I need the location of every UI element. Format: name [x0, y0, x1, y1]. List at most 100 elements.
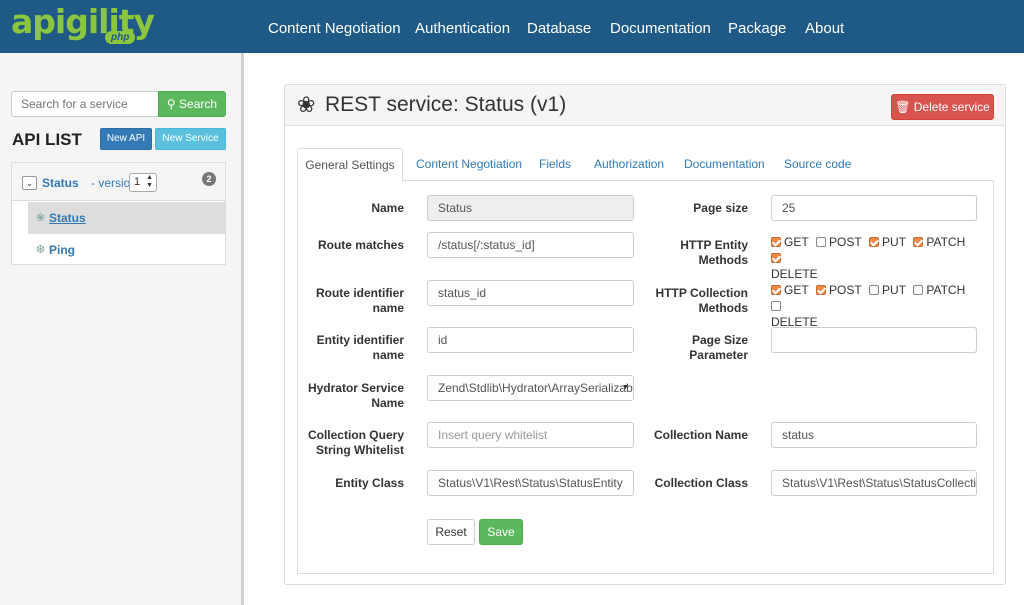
top-navbar: apigility php Content Negotiation Authen…	[0, 0, 1024, 53]
route-identifier-input[interactable]: status_id	[427, 280, 634, 306]
panel-header: ❀ REST service: Status (v1) 🗑 Delete ser…	[285, 85, 1005, 126]
nav-database[interactable]: Database	[527, 0, 591, 53]
http-collection-methods-label: HTTP Collection Methods	[648, 286, 748, 316]
entity-identifier-label-line2: name	[372, 348, 404, 362]
search-button[interactable]: ⚲ Search	[158, 91, 226, 117]
collapse-toggle[interactable]: ⌄	[22, 176, 37, 190]
http-collection-label-line2: Methods	[698, 301, 748, 315]
service-count-badge: 2	[202, 172, 216, 186]
hydrator-select-value: Zend\Stdlib\Hydrator\ArraySerializable	[438, 381, 634, 395]
tab-content-negotiation[interactable]: Content Negotiation	[416, 148, 522, 181]
service-label-status: Status	[49, 211, 86, 225]
tab-fields[interactable]: Fields	[539, 148, 571, 181]
entity-identifier-label: Entity identifier name	[290, 333, 404, 363]
reset-button[interactable]: Reset	[427, 519, 475, 545]
collection-query-input[interactable]: Insert query whitelist	[427, 422, 634, 448]
new-api-button[interactable]: New API	[100, 128, 152, 150]
trash-icon: 🗑	[895, 100, 911, 114]
tab-bar: General Settings Content Negotiation Fie…	[297, 148, 994, 182]
api-name[interactable]: Status	[42, 176, 79, 190]
entity-class-label: Entity Class	[335, 476, 404, 490]
collection-put-checkbox[interactable]	[869, 285, 880, 295]
hydrator-label: Hydrator Service Name	[290, 381, 404, 411]
collection-get-checkbox[interactable]	[771, 285, 781, 295]
fire-icon: ❆	[36, 244, 46, 256]
nav-authentication[interactable]: Authentication	[415, 0, 510, 53]
entity-delete-label: DELETE	[771, 267, 818, 281]
tab-authorization[interactable]: Authorization	[594, 148, 664, 181]
route-matches-input[interactable]: /status[/:status_id]	[427, 232, 634, 258]
collection-delete-checkbox[interactable]	[771, 301, 781, 311]
entity-class-input[interactable]: Status\V1\Rest\Status\StatusEntity	[427, 470, 634, 496]
page-size-param-label-line2: Parameter	[689, 348, 748, 362]
entity-patch-label: PATCH	[926, 235, 966, 249]
entity-post-label: POST	[829, 235, 862, 249]
entity-post-checkbox[interactable]	[816, 237, 827, 247]
page-title: REST service: Status (v1)	[325, 93, 567, 116]
nav-documentation[interactable]: Documentation	[610, 0, 711, 53]
new-service-button[interactable]: New Service	[155, 128, 226, 150]
nav-content-negotiation[interactable]: Content Negotiation	[268, 0, 401, 53]
page-size-input[interactable]: 25	[771, 195, 977, 221]
version-select-value: 1	[134, 176, 141, 188]
page-size-param-label: Page Size Parameter	[648, 333, 748, 363]
delete-service-label: Delete service	[913, 100, 990, 114]
collection-class-input[interactable]: Status\V1\Rest\Status\StatusCollection	[771, 470, 977, 496]
apigility-logo[interactable]: apigility php	[11, 4, 156, 50]
route-identifier-label-line2: name	[372, 301, 404, 315]
tab-general-settings[interactable]: General Settings	[297, 148, 403, 182]
entity-identifier-input[interactable]: id	[427, 327, 634, 353]
collection-post-label: POST	[829, 283, 862, 297]
page-size-param-label-line1: Page Size	[691, 333, 748, 347]
api-header: ⌄ Status - version 1 ▲ ▼ 2	[12, 163, 225, 201]
version-select[interactable]: 1 ▲ ▼	[129, 173, 157, 192]
entity-patch-checkbox[interactable]	[913, 237, 924, 247]
entity-put-checkbox[interactable]	[869, 237, 880, 247]
http-collection-methods: GET POST PUT PATCH DELETE	[771, 282, 976, 330]
entity-get-label: GET	[784, 235, 809, 249]
http-entity-methods-label: HTTP Entity Methods	[648, 238, 748, 268]
page-size-param-input[interactable]	[771, 327, 977, 353]
route-identifier-label-line1: Route identifier	[315, 286, 404, 300]
leaf-icon: ❀	[36, 212, 46, 224]
page-size-label: Page size	[693, 201, 748, 215]
http-collection-label-line1: HTTP Collection	[655, 286, 748, 300]
nav-package[interactable]: Package	[728, 0, 786, 53]
collection-name-input[interactable]: status	[771, 422, 977, 448]
collection-class-label: Collection Class	[654, 476, 748, 490]
collection-query-label-line2: String Whitelist	[316, 443, 404, 457]
http-entity-methods: GET POST PUT PATCH DELETE	[771, 234, 976, 282]
entity-delete-checkbox[interactable]	[771, 253, 781, 263]
tab-documentation[interactable]: Documentation	[684, 148, 765, 181]
search-button-label: Search	[179, 97, 218, 111]
service-search-input[interactable]	[11, 91, 159, 117]
caret-down-icon: ▼	[622, 384, 629, 391]
search-icon: ⚲	[166, 97, 176, 111]
entity-get-checkbox[interactable]	[771, 237, 781, 247]
entity-put-label: PUT	[882, 235, 907, 249]
route-identifier-label: Route identifier name	[290, 286, 404, 316]
hydrator-select[interactable]: Zend\Stdlib\Hydrator\ArraySerializable ▼	[427, 375, 634, 401]
hydrator-label-line1: Hydrator Service	[307, 381, 404, 395]
route-matches-label: Route matches	[317, 238, 404, 252]
collection-query-label-line1: Collection Query	[307, 428, 404, 442]
nav-about[interactable]: About	[805, 0, 844, 53]
collection-query-label: Collection Query String Whitelist	[290, 428, 404, 458]
sidebar-item-ping[interactable]: ❆ Ping	[28, 234, 225, 266]
collection-put-label: PUT	[882, 283, 907, 297]
hydrator-label-line2: Name	[371, 396, 404, 410]
stepper-icon: ▲ ▼	[146, 174, 153, 189]
logo-php-badge: php	[105, 31, 136, 44]
delete-service-button[interactable]: 🗑 Delete service	[891, 94, 994, 120]
service-label-ping: Ping	[49, 243, 75, 257]
save-button[interactable]: Save	[479, 519, 523, 545]
collection-name-label: Collection Name	[653, 428, 748, 442]
http-entity-label-line1: HTTP Entity	[680, 238, 748, 252]
collection-post-checkbox[interactable]	[816, 285, 827, 295]
tab-source-code[interactable]: Source code	[784, 148, 851, 181]
name-field: Status	[427, 195, 634, 221]
sidebar-item-status[interactable]: ❀ Status	[28, 202, 225, 234]
api-list-title: API LIST	[12, 130, 82, 149]
collection-patch-checkbox[interactable]	[913, 285, 924, 295]
leaf-icon: ❀	[297, 92, 316, 117]
